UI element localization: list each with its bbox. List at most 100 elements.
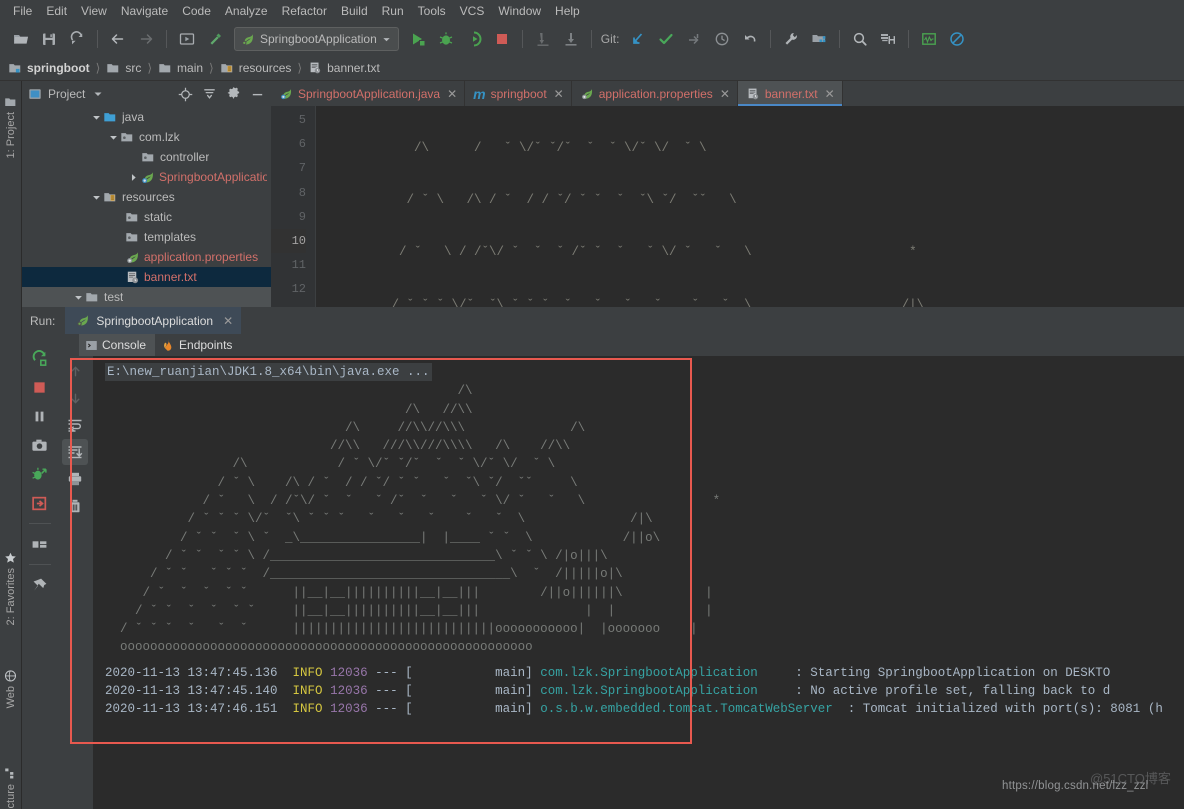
tree-item-java[interactable]: java [22, 107, 271, 127]
back-arrow-icon[interactable] [105, 26, 131, 52]
pin-icon[interactable] [26, 571, 54, 599]
chevron-down-icon[interactable] [93, 89, 103, 99]
tree-item-application-properties[interactable]: application.properties [22, 247, 271, 267]
breadcrumb-item-banner[interactable]: banner.txt [308, 61, 380, 75]
menu-item-refactor[interactable]: Refactor [275, 2, 334, 20]
tree-item-controller[interactable]: controller [22, 147, 271, 167]
editor-code-area[interactable]: 5 6 7 8 9 10 11 12 13 /\ / ˇ \/ˇ ˇ/ˇ ˇ ˇ… [271, 106, 1184, 307]
source-folder-icon [102, 109, 118, 125]
tab-springbootapplication-java[interactable]: SpringbootApplication.java ✕ [271, 81, 466, 106]
collapse-all-icon[interactable] [199, 84, 219, 104]
log-message: : Tomcat initialized with port(s): 8081 … [847, 702, 1163, 717]
tree-item-springboot-application[interactable]: SpringbootApplication [22, 167, 271, 187]
stop-icon[interactable] [489, 26, 515, 52]
close-icon[interactable]: ✕ [223, 314, 233, 328]
tab-banner-txt[interactable]: banner.txt ✕ [737, 81, 843, 106]
tab-springboot[interactable]: m springboot ✕ [465, 81, 572, 106]
project-window-icon [29, 89, 41, 99]
menu-item-build[interactable]: Build [334, 2, 375, 20]
menu-item-tools[interactable]: Tools [411, 2, 453, 20]
git-rollback-icon[interactable] [737, 26, 763, 52]
git-update-icon[interactable] [625, 26, 651, 52]
chevron-down-icon[interactable] [107, 131, 119, 143]
thread-dump-icon[interactable] [26, 460, 54, 488]
git-commit-icon[interactable] [653, 26, 679, 52]
log-logger: com.lzk.SpringbootApplication [540, 665, 758, 680]
menu-item-help[interactable]: Help [548, 2, 587, 20]
menu-item-edit[interactable]: Edit [39, 2, 74, 20]
print-icon[interactable] [62, 466, 88, 492]
stop-icon[interactable] [26, 373, 54, 401]
run-tab-springbootapplication[interactable]: SpringbootApplication ✕ [65, 307, 242, 334]
tree-item-banner-txt[interactable]: banner.txt [22, 267, 271, 287]
tree-item-com-lzk[interactable]: com.lzk [22, 127, 271, 147]
menu-item-run[interactable]: Run [375, 2, 411, 20]
chevron-down-icon[interactable] [90, 111, 102, 123]
hide-window-icon[interactable] [247, 84, 267, 104]
layout-icon[interactable] [26, 530, 54, 558]
close-icon[interactable]: ✕ [825, 88, 835, 100]
open-folder-icon[interactable] [8, 26, 34, 52]
close-icon[interactable]: ✕ [447, 88, 457, 100]
tree-item-resources[interactable]: resources [22, 187, 271, 207]
menu-item-analyze[interactable]: Analyze [218, 2, 275, 20]
tree-item-templates[interactable]: templates [22, 227, 271, 247]
tab-endpoints[interactable]: Endpoints [155, 334, 241, 356]
chevron-right-icon[interactable] [127, 171, 139, 183]
gear-icon[interactable] [223, 84, 243, 104]
settings-wrench-icon[interactable] [778, 26, 804, 52]
scroll-to-end-icon[interactable] [62, 439, 88, 465]
trash-icon[interactable] [62, 493, 88, 519]
tab-label: springboot [490, 86, 547, 101]
tool-button-favorites[interactable]: 2: Favorites [0, 551, 22, 625]
menu-item-window[interactable]: Window [491, 2, 548, 20]
breadcrumb-item-main[interactable]: main [158, 61, 203, 75]
tool-button-project[interactable]: 1: Project [0, 95, 22, 158]
tree-item-test[interactable]: test [22, 287, 271, 307]
menu-item-view[interactable]: View [74, 2, 114, 20]
menu-item-vcs[interactable]: VCS [453, 2, 492, 20]
console-output[interactable]: E:\new_ruanjian\JDK1.8_x64\bin\java.exe … [93, 356, 1184, 809]
run-dropdown-icon[interactable] [174, 26, 200, 52]
breadcrumb-item-resources[interactable]: resources [220, 61, 291, 75]
rerun-icon[interactable] [26, 344, 54, 372]
sync-refresh-icon[interactable] [64, 26, 90, 52]
close-icon[interactable]: ✕ [554, 88, 564, 100]
menu-item-navigate[interactable]: Navigate [114, 2, 175, 20]
menu-item-code[interactable]: Code [175, 2, 218, 20]
editor-content[interactable]: /\ / ˇ \/ˇ ˇ/ˇ ˇ ˇ \/ˇ \/ ˇ \ / ˇ \ /\ /… [316, 106, 1184, 307]
tool-button-web[interactable]: Web [0, 669, 22, 708]
git-history-icon[interactable] [709, 26, 735, 52]
search-icon[interactable] [847, 26, 873, 52]
menu-item-file[interactable]: File [6, 2, 39, 20]
project-structure-icon[interactable] [806, 26, 832, 52]
export-icon[interactable] [26, 489, 54, 517]
close-icon[interactable]: ✕ [720, 88, 730, 100]
breadcrumb-item-src[interactable]: src [106, 61, 141, 75]
soft-wrap-icon[interactable] [62, 412, 88, 438]
run-coverage-icon[interactable] [461, 26, 487, 52]
debug-icon[interactable] [433, 26, 459, 52]
scroll-from-source-icon[interactable] [175, 84, 195, 104]
editor-scrollbar[interactable] [1172, 131, 1184, 307]
run-icon[interactable] [405, 26, 431, 52]
tab-application-properties[interactable]: application.properties ✕ [571, 81, 738, 106]
save-all-icon[interactable] [36, 26, 62, 52]
no-entry-icon[interactable] [944, 26, 970, 52]
build-hammer-icon[interactable] [202, 26, 228, 52]
chevron-down-icon[interactable] [72, 291, 84, 303]
save-db-icon[interactable] [875, 26, 901, 52]
run-actions-sidebar [22, 334, 57, 809]
tree-item-static[interactable]: static [22, 207, 271, 227]
star-icon [5, 552, 17, 563]
breadcrumb-item-springboot[interactable]: springboot [8, 61, 90, 75]
editor-area: SpringbootApplication.java ✕ m springboo… [271, 81, 1184, 307]
tool-button-structure[interactable]: 7: Structure [0, 767, 22, 809]
run-configuration-selector[interactable]: SpringbootApplication [234, 27, 399, 51]
tab-console[interactable]: Console [79, 334, 156, 356]
monitor-icon[interactable] [916, 26, 942, 52]
editor-gutter: 5 6 7 8 9 10 11 12 13 [271, 106, 316, 307]
camera-icon[interactable] [26, 431, 54, 459]
pause-icon[interactable] [26, 402, 54, 430]
chevron-down-icon[interactable] [90, 191, 102, 203]
